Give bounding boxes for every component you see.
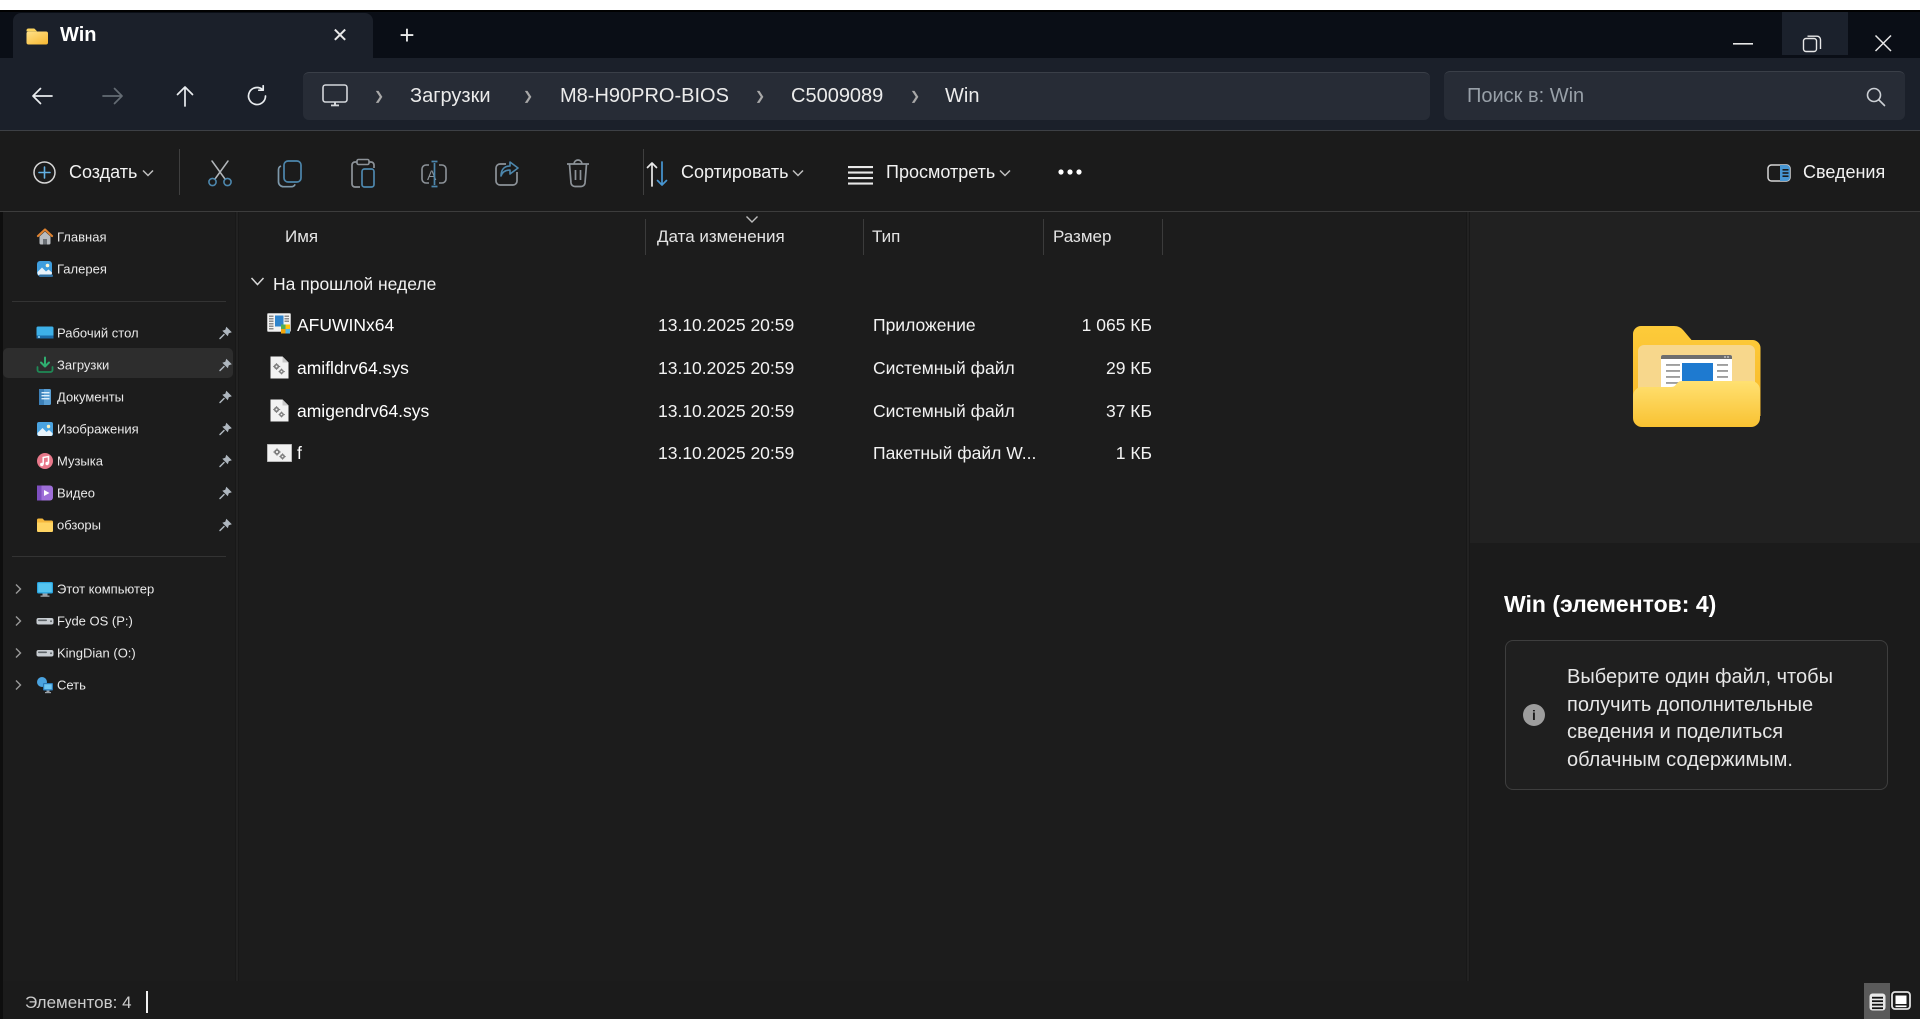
svg-text:A: A [427,167,437,183]
